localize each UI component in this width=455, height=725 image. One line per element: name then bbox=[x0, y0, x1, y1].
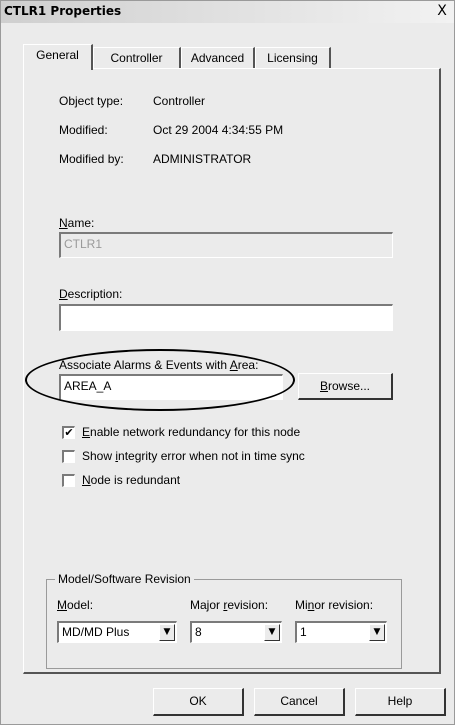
description-label: Description: bbox=[59, 287, 123, 301]
cancel-button[interactable]: Cancel bbox=[254, 688, 345, 716]
properties-dialog: CTLR1 Properties X General Controller Ad… bbox=[0, 0, 455, 725]
model-select-value: MD/MD Plus bbox=[62, 625, 130, 639]
chevron-down-icon[interactable]: ▼ bbox=[369, 624, 385, 641]
window-title: CTLR1 Properties bbox=[4, 4, 122, 18]
integrity-error-checkbox[interactable] bbox=[62, 450, 75, 463]
close-icon[interactable]: X bbox=[434, 2, 450, 20]
enable-redundancy-checkbox[interactable]: ✔ bbox=[62, 426, 75, 439]
tab-advanced[interactable]: Advanced bbox=[181, 47, 255, 68]
tab-general[interactable]: General bbox=[23, 44, 93, 70]
highlight-ellipse bbox=[25, 349, 295, 411]
modified-by-value: ADMINISTRATOR bbox=[153, 152, 252, 166]
name-field: CTLR1 bbox=[59, 232, 393, 258]
minor-revision-value: 1 bbox=[300, 625, 307, 639]
tab-licensing[interactable]: Licensing bbox=[255, 47, 331, 68]
tab-controller[interactable]: Controller bbox=[93, 47, 181, 68]
modified-value: Oct 29 2004 4:34:55 PM bbox=[153, 123, 284, 137]
model-revision-group-title: Model/Software Revision bbox=[55, 572, 194, 586]
chevron-down-icon[interactable]: ▼ bbox=[264, 624, 280, 641]
object-type-label: Object type: bbox=[59, 94, 124, 108]
checkmark-icon: ✔ bbox=[64, 426, 74, 439]
help-button[interactable]: Help bbox=[355, 688, 446, 716]
browse-button[interactable]: Browse... bbox=[298, 373, 393, 400]
description-field[interactable] bbox=[59, 304, 393, 331]
modified-label: Modified: bbox=[59, 123, 108, 137]
minor-revision-label: Minor revision: bbox=[295, 598, 374, 612]
name-label: Name: bbox=[59, 216, 95, 230]
node-redundant-checkbox[interactable] bbox=[62, 474, 75, 487]
major-revision-value: 8 bbox=[195, 625, 202, 639]
object-type-value: Controller bbox=[153, 94, 206, 108]
chevron-down-icon[interactable]: ▼ bbox=[159, 624, 175, 641]
integrity-error-label[interactable]: Show integrity error when not in time sy… bbox=[82, 449, 305, 463]
ok-button[interactable]: OK bbox=[153, 688, 244, 716]
major-revision-label: Major revision: bbox=[190, 598, 269, 612]
modified-by-label: Modified by: bbox=[59, 152, 124, 166]
node-redundant-label[interactable]: Node is redundant bbox=[82, 473, 180, 487]
minor-revision-select[interactable]: 1 ▼ bbox=[295, 621, 387, 643]
enable-redundancy-label[interactable]: Enable network redundancy for this node bbox=[82, 425, 300, 439]
model-select[interactable]: MD/MD Plus ▼ bbox=[57, 621, 177, 643]
title-bar[interactable]: CTLR1 Properties X bbox=[1, 1, 454, 23]
major-revision-select[interactable]: 8 ▼ bbox=[190, 621, 282, 643]
model-label: Model: bbox=[57, 598, 94, 612]
